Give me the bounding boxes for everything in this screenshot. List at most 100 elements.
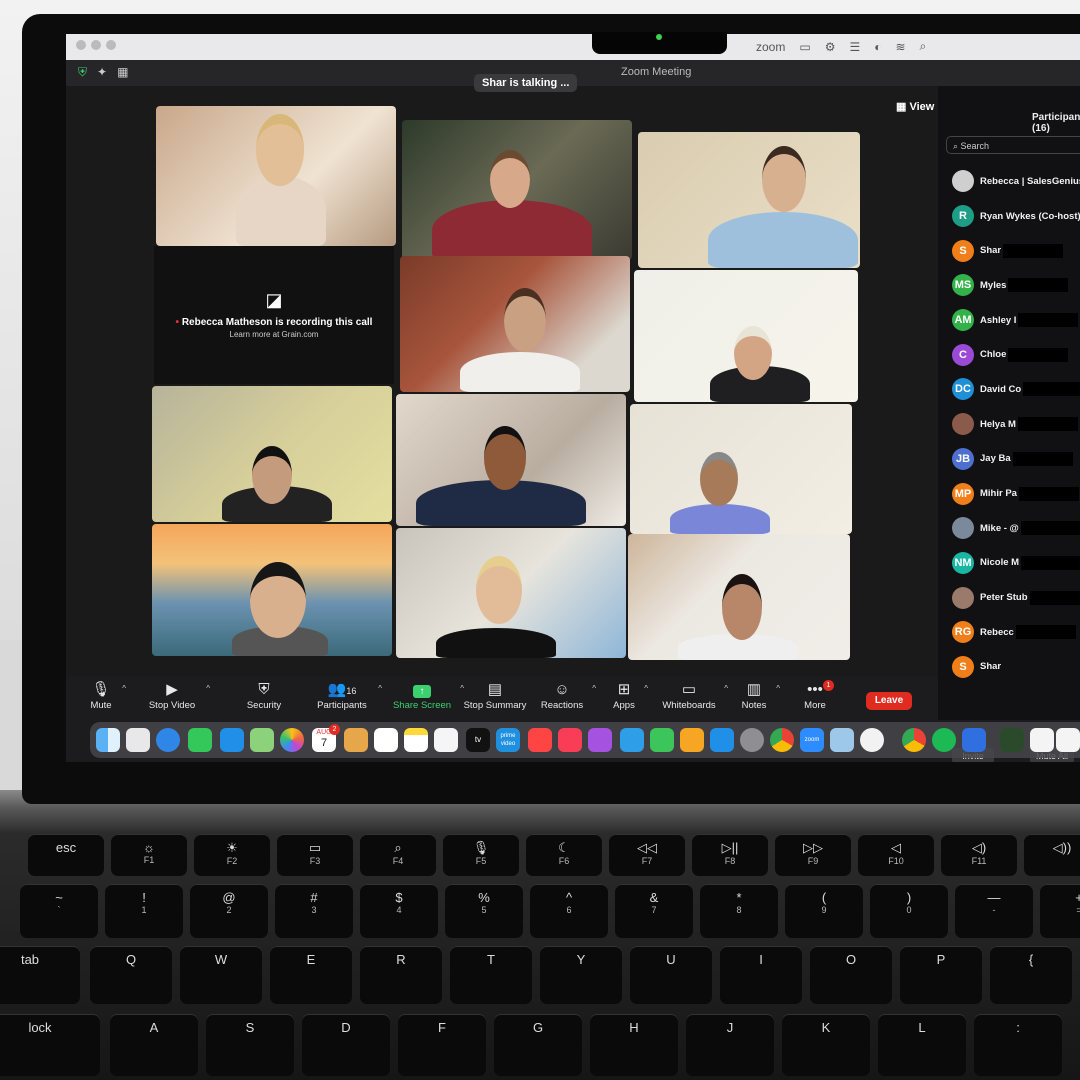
keyboard-key[interactable]: esc: [28, 834, 104, 876]
news-icon[interactable]: [528, 728, 552, 752]
video-tile[interactable]: [638, 132, 860, 268]
notes-app-icon[interactable]: [404, 728, 428, 752]
keyboard-key[interactable]: D: [302, 1014, 390, 1076]
keyboard-key[interactable]: S: [206, 1014, 294, 1076]
reactions-button[interactable]: ☺ Reactions ^: [540, 680, 596, 711]
freeform-icon[interactable]: [434, 728, 458, 752]
participant-row[interactable]: C Chloe: [952, 337, 1080, 372]
keyboard-key[interactable]: tab: [0, 946, 80, 1004]
participant-row[interactable]: Rebecca | SalesGenius (Host: [952, 164, 1080, 199]
maps-icon[interactable]: [250, 728, 274, 752]
focus-icon[interactable]: ◐: [874, 40, 881, 54]
share-screen-button[interactable]: ↑ Share Screen ^: [392, 680, 464, 711]
keyboard-key[interactable]: {: [990, 946, 1072, 1004]
stop-summary-button[interactable]: ▤ Stop Summary: [462, 680, 528, 711]
participants-button[interactable]: 👥16 Participants ^: [314, 680, 382, 711]
participant-row[interactable]: MP Mihir Pa: [952, 476, 1080, 511]
chrome-icon[interactable]: [902, 728, 926, 752]
music-icon[interactable]: [558, 728, 582, 752]
video-tile[interactable]: [402, 120, 632, 260]
participant-row[interactable]: Helya M: [952, 407, 1080, 442]
keyboard-key[interactable]: R: [360, 946, 442, 1004]
participant-row[interactable]: JB Jay Ba: [952, 442, 1080, 477]
keyboard-key[interactable]: + =: [1040, 884, 1080, 938]
keyboard-key[interactable]: ☾ F6: [526, 834, 602, 876]
keyboard-key[interactable]: ! 1: [105, 884, 183, 938]
keyboard-key[interactable]: L: [878, 1014, 966, 1076]
video-tile[interactable]: [396, 394, 626, 526]
keyboard-key[interactable]: Q: [90, 946, 172, 1004]
keyboard-key[interactable]: ▭ F3: [277, 834, 353, 876]
keyboard-key[interactable]: Y: [540, 946, 622, 1004]
participant-row[interactable]: NM Nicole M: [952, 546, 1080, 581]
wifi-icon[interactable]: ≋: [895, 40, 905, 54]
keynote-icon[interactable]: [620, 728, 644, 752]
keyboard-key[interactable]: ☼ F1: [111, 834, 187, 876]
keyboard-key[interactable]: — -: [955, 884, 1033, 938]
screen-share-icon[interactable]: ▭: [799, 40, 810, 54]
calendar-icon[interactable]: AUG 7 2: [312, 724, 340, 752]
system-settings-icon[interactable]: [740, 728, 764, 752]
spotify-icon[interactable]: [932, 728, 956, 752]
participant-row[interactable]: MS Myles: [952, 268, 1080, 303]
shield-icon[interactable]: ⛨: [78, 65, 87, 80]
keyboard-key[interactable]: ◁◁ F7: [609, 834, 685, 876]
keyboard-key[interactable]: lock: [0, 1014, 100, 1076]
podcasts-icon[interactable]: [588, 728, 612, 752]
keyboard-key[interactable]: G: [494, 1014, 582, 1076]
sparkle-icon[interactable]: ✦: [97, 65, 107, 80]
recording-learn-more[interactable]: Learn more at Grain.com: [154, 330, 394, 339]
keyboard-key[interactable]: $4: [360, 884, 438, 938]
keyboard-key[interactable]: J: [686, 1014, 774, 1076]
traffic-lights[interactable]: [76, 39, 121, 53]
keyboard-key[interactable]: ^ 6: [530, 884, 608, 938]
participant-row[interactable]: DC David Co: [952, 372, 1080, 407]
search-icon[interactable]: ⌕: [920, 39, 927, 54]
keyboard-key[interactable]: ▷|| F8: [692, 834, 768, 876]
security-button[interactable]: ⛨ Security: [242, 680, 286, 711]
keyboard-key[interactable]: ◁) F11: [941, 834, 1017, 876]
chevron-up-icon[interactable]: ^: [592, 684, 596, 693]
apple-tv-icon[interactable]: tv: [466, 728, 490, 752]
keyboard-key[interactable]: I: [720, 946, 802, 1004]
document-thumbnail-icon[interactable]: [1030, 728, 1054, 752]
preview-icon[interactable]: [830, 728, 854, 752]
more-button[interactable]: ••• More 1: [802, 680, 834, 711]
chevron-up-icon[interactable]: ^: [206, 684, 210, 693]
reminders-icon[interactable]: [374, 728, 398, 752]
keyboard-key[interactable]: ◁ F10: [858, 834, 934, 876]
chevron-up-icon[interactable]: ^: [776, 684, 780, 693]
zoom-menu-label[interactable]: zoom: [756, 40, 785, 54]
prime-video-icon[interactable]: prime video: [496, 728, 520, 752]
keyboard-key[interactable]: ) 0: [870, 884, 948, 938]
stop-video-button[interactable]: ▶ Stop Video ^: [146, 680, 210, 711]
chevron-up-icon[interactable]: ^: [122, 684, 126, 693]
participant-row[interactable]: S Shar: [952, 650, 1080, 685]
grid-icon[interactable]: ▦: [117, 65, 128, 80]
finder-icon[interactable]: [96, 728, 120, 752]
clipboard-icon[interactable]: ☰: [849, 40, 860, 54]
notes-button[interactable]: ▥ Notes ^: [740, 680, 780, 711]
numbers-icon[interactable]: [650, 728, 674, 752]
keyboard-key[interactable]: ◁)): [1024, 834, 1080, 876]
keyboard-key[interactable]: P: [900, 946, 982, 1004]
pages-icon[interactable]: [680, 728, 704, 752]
participant-row[interactable]: R Ryan Wykes (Co-host): [952, 199, 1080, 234]
zoom-icon[interactable]: zoom: [800, 728, 824, 752]
participant-row[interactable]: RG Rebecc: [952, 615, 1080, 650]
photos-icon[interactable]: [280, 728, 304, 752]
video-tile[interactable]: [634, 270, 858, 402]
keyboard-key[interactable]: A: [110, 1014, 198, 1076]
keyboard-key[interactable]: T: [450, 946, 532, 1004]
keyboard-key[interactable]: @2: [190, 884, 268, 938]
settings-icon[interactable]: ⚙: [825, 40, 836, 54]
keyboard-key[interactable]: K: [782, 1014, 870, 1076]
safari-icon[interactable]: [156, 728, 180, 752]
keyboard-key[interactable]: 🎙 F5: [443, 834, 519, 876]
leave-button[interactable]: Leave: [866, 692, 912, 710]
whiteboards-button[interactable]: ▭ Whiteboards ^: [662, 680, 728, 711]
document-thumbnail-icon[interactable]: [1056, 728, 1080, 752]
keyboard-key[interactable]: ☀ F2: [194, 834, 270, 876]
chevron-up-icon[interactable]: ^: [644, 684, 648, 693]
video-tile[interactable]: [156, 106, 396, 246]
